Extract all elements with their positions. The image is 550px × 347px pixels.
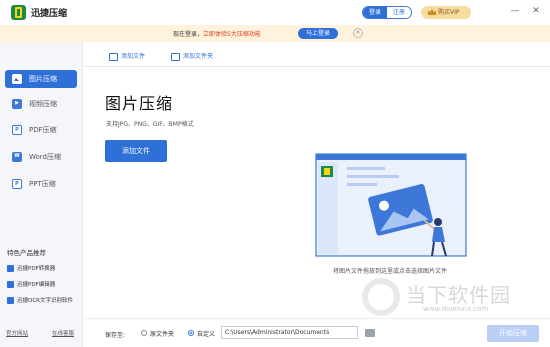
radio-original-label: 原文件夹 (150, 331, 175, 338)
sidebar-item-pdf[interactable]: P PDF压缩 (5, 121, 77, 139)
buy-vip-label: 购买VIP (438, 9, 460, 16)
drop-hint: 将图片文件拖放到这里或点击选择图片文件 (333, 268, 448, 275)
word-icon: W (12, 152, 22, 162)
page-title: 图片压缩 (105, 94, 174, 113)
sidebar-item-word[interactable]: W Word压缩 (5, 148, 77, 166)
sidebar-item-ppt[interactable]: P PPT压缩 (5, 175, 77, 193)
radio-custom-label: 自定义 (197, 331, 216, 338)
recommend-item-label: 迅捷PDF编辑器 (17, 282, 56, 288)
sidebar: 图片压缩 ▶ 视频压缩 P PDF压缩 W Word压缩 P PPT压缩 特色产… (0, 42, 83, 347)
notice-text: 现在登录，立即体验5大压缩功能 (173, 29, 261, 38)
app-logo-icon (11, 5, 26, 20)
radio-custom[interactable] (188, 330, 194, 336)
image-icon (12, 74, 22, 84)
sidebar-item-label: Word压缩 (29, 153, 61, 161)
start-compress-button[interactable]: 开始压缩 (487, 325, 539, 342)
login-now-button[interactable]: 马上登录 (298, 28, 338, 39)
pdf-icon: P (12, 125, 22, 135)
website-link[interactable]: 官方网站 (6, 329, 28, 337)
drop-zone-illustration[interactable] (310, 150, 470, 260)
pdf-converter-icon (7, 265, 14, 272)
supported-formats: 支持JPG、PNG、GIF、BMP格式 (106, 121, 194, 128)
watermark-logo-icon (362, 278, 400, 316)
add-folder-icon (171, 52, 180, 61)
bottom-bar: 保存至: 原文件夹 自定义 开始压缩 (84, 318, 550, 347)
recommend-item-pdf-editor[interactable]: 迅捷PDF编辑器 (7, 280, 55, 288)
sidebar-item-label: 图片压缩 (29, 75, 57, 83)
pdf-editor-icon (7, 281, 14, 288)
recommend-item-label: 迅捷OCR文字识别软件 (17, 298, 73, 304)
support-link[interactable]: 在线客服 (52, 329, 74, 337)
sidebar-item-label: PPT压缩 (29, 180, 56, 188)
add-file-tool[interactable]: 添加文件 (109, 51, 145, 61)
notice-text-plain: 现在登录， (173, 31, 204, 38)
recommend-item-label: 迅捷PDF转换器 (17, 266, 56, 272)
add-folder-tool-label: 添加文件夹 (183, 53, 214, 60)
add-file-icon (109, 52, 118, 61)
app-title: 迅捷压缩 (31, 9, 68, 19)
minimize-button[interactable]: — (509, 5, 521, 17)
login-button[interactable]: 登录 (363, 7, 387, 18)
sidebar-item-label: PDF压缩 (29, 126, 57, 134)
save-to-label: 保存至: (105, 332, 126, 339)
add-file-tool-label: 添加文件 (121, 53, 146, 60)
folder-icon[interactable] (365, 329, 375, 337)
buy-vip-button[interactable]: 购买VIP (421, 6, 471, 19)
notice-text-highlight: 立即体验5大压缩功能 (203, 31, 261, 38)
recommend-item-ocr[interactable]: 迅捷OCR文字识别软件 (7, 296, 73, 304)
recommend-title: 特色产品推荐 (7, 249, 46, 257)
toolbar: 添加文件 添加文件夹 (84, 42, 550, 67)
ppt-icon: P (12, 179, 22, 189)
watermark-url: www.downxia.com (423, 305, 489, 313)
video-icon: ▶ (12, 99, 22, 109)
sidebar-item-image[interactable]: 图片压缩 (5, 70, 77, 88)
add-file-button[interactable]: 添加文件 (105, 140, 167, 162)
watermark-text: 当下软件园 (406, 283, 511, 307)
sidebar-item-video[interactable]: ▶ 视频压缩 (5, 95, 77, 113)
notice-close-icon[interactable]: ✕ (353, 28, 363, 38)
title-bar: 迅捷压缩 登录 注册 购买VIP — ✕ (0, 0, 550, 25)
register-button[interactable]: 注册 (387, 7, 411, 18)
close-button[interactable]: ✕ (530, 5, 542, 17)
output-path-input[interactable] (221, 326, 358, 339)
crown-icon (428, 9, 436, 15)
add-folder-tool[interactable]: 添加文件夹 (171, 51, 213, 61)
recommend-item-pdf-converter[interactable]: 迅捷PDF转换器 (7, 264, 55, 272)
sidebar-item-label: 视频压缩 (29, 100, 57, 108)
auth-buttons: 登录 注册 (362, 6, 412, 19)
radio-original-folder[interactable] (141, 330, 147, 336)
ocr-icon (7, 297, 14, 304)
notice-bar: 现在登录，立即体验5大压缩功能 马上登录 ✕ (0, 25, 550, 42)
